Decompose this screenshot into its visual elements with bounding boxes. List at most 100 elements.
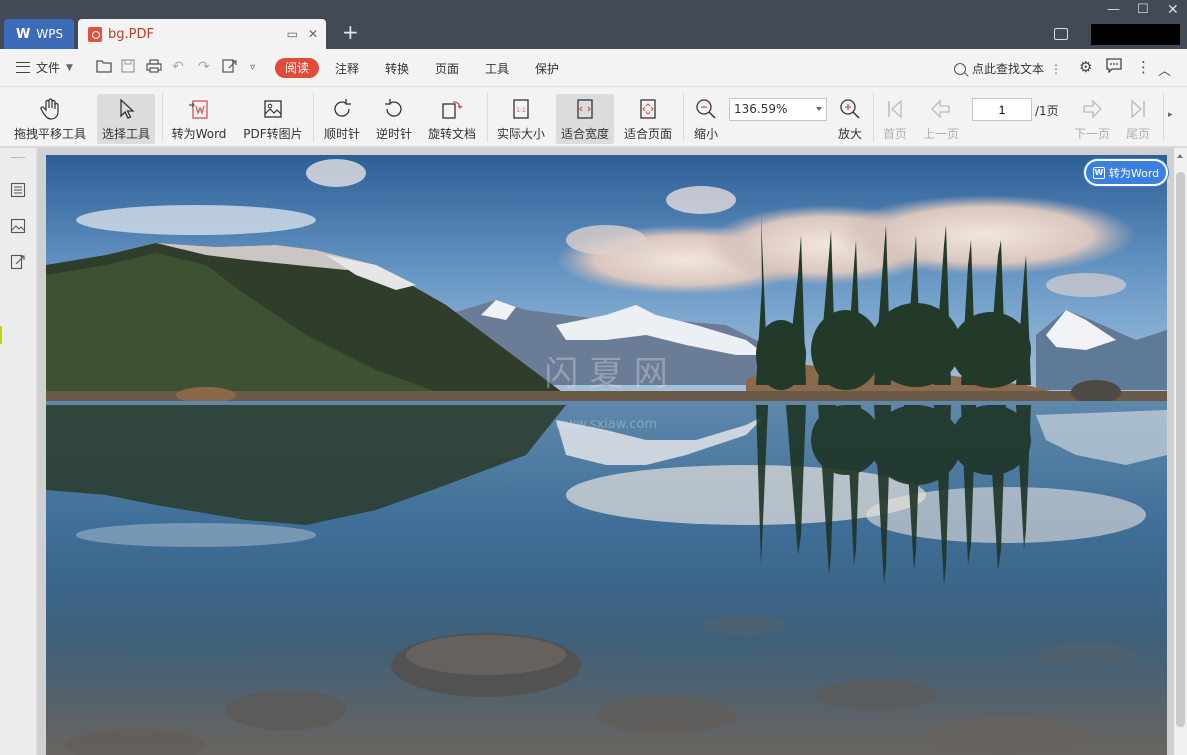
rotate-counterclockwise-icon xyxy=(385,99,402,117)
close-window-icon[interactable]: ✕ xyxy=(1167,2,1179,18)
tab-wps-label: WPS xyxy=(36,27,64,41)
maximize-icon[interactable]: ☐ xyxy=(1137,2,1149,17)
quick-access-more-icon[interactable]: ▿ xyxy=(250,62,255,73)
zoom-in-button[interactable]: 放大 xyxy=(834,94,866,144)
menu-read[interactable]: 阅读 xyxy=(275,58,319,78)
actual-size-button[interactable]: 1:1 实际大小 xyxy=(493,94,549,144)
first-page-button[interactable]: 首页 xyxy=(879,94,911,144)
pan-tool-button[interactable]: 拖拽平移工具 xyxy=(10,94,90,144)
vertical-scrollbar[interactable] xyxy=(1174,148,1187,755)
outline-list-icon[interactable] xyxy=(10,182,26,198)
last-page-label: 尾页 xyxy=(1125,127,1150,141)
comment-feedback-icon[interactable] xyxy=(1106,58,1122,77)
left-sidebar xyxy=(0,148,37,755)
minimize-icon[interactable]: — xyxy=(1107,2,1120,17)
floating-convert-word-button[interactable]: W 转为Word xyxy=(1084,159,1168,186)
rotate-document-label: 旋转文档 xyxy=(427,127,476,141)
hamburger-menu-icon xyxy=(16,62,30,73)
scroll-up-arrow-icon[interactable] xyxy=(1177,154,1183,158)
menu-file[interactable]: 文件 ▼ xyxy=(16,59,73,76)
zoom-level-select[interactable]: 136.59% xyxy=(729,98,827,121)
pdf-to-image-label: PDF转图片 xyxy=(243,127,303,141)
pan-tool-label: 拖拽平移工具 xyxy=(13,127,86,141)
arrow-left-icon xyxy=(931,99,950,119)
lake-mountain-photo: 闪 夏 网 www.sxiaw.com xyxy=(46,155,1167,755)
svg-text:1:1: 1:1 xyxy=(516,107,526,114)
last-page-button[interactable]: 尾页 xyxy=(1122,94,1154,144)
menu-page[interactable]: 页面 xyxy=(435,60,459,77)
first-page-label: 首页 xyxy=(882,127,907,141)
actual-size-icon: 1:1 xyxy=(513,99,529,119)
page-number-input[interactable] xyxy=(972,98,1032,121)
zoom-in-icon xyxy=(840,99,860,119)
more-options-icon[interactable]: ⋮ xyxy=(1136,58,1151,76)
to-word-button[interactable]: 转为Word xyxy=(167,94,231,144)
actual-size-label: 实际大小 xyxy=(496,127,545,141)
pdf-to-image-button[interactable]: PDF转图片 xyxy=(240,94,306,144)
new-tab-plus-icon[interactable]: + xyxy=(342,22,359,42)
toolbar-overflow-scroll[interactable]: ▸ xyxy=(1163,92,1179,142)
user-account-area[interactable] xyxy=(1091,24,1180,45)
previous-page-label: 上一页 xyxy=(922,127,959,141)
to-word-label: 转为Word xyxy=(171,127,227,141)
floating-convert-word-label: 转为Word xyxy=(1108,166,1160,180)
wps-logo-icon: W xyxy=(16,26,31,42)
tab-pin-icon[interactable]: ▭ xyxy=(287,27,298,41)
rotate-document-button[interactable]: 旋转文档 xyxy=(424,94,480,144)
export-icon[interactable] xyxy=(222,59,238,77)
fit-width-icon xyxy=(577,99,593,119)
zoom-out-button[interactable]: 缩小 xyxy=(689,94,723,144)
pdf-file-icon xyxy=(88,26,102,42)
watermark-url: www.sxiaw.com xyxy=(555,417,657,432)
previous-page-button[interactable]: 上一页 xyxy=(920,94,962,144)
next-page-button[interactable]: 下一页 xyxy=(1071,94,1113,144)
export-document-icon[interactable] xyxy=(10,254,26,270)
cursor-arrow-icon xyxy=(120,98,135,119)
redo-icon[interactable]: ↷ xyxy=(198,59,210,75)
tab-close-icon[interactable]: ✕ xyxy=(308,27,318,41)
document-view[interactable]: 闪 夏 网 www.sxiaw.com xyxy=(38,148,1174,755)
zoom-dropdown-caret-icon xyxy=(816,107,822,111)
menu-tools[interactable]: 工具 xyxy=(485,60,509,77)
fit-width-label: 适合宽度 xyxy=(560,127,609,141)
menu-convert[interactable]: 转换 xyxy=(385,60,409,77)
watermark-text: 闪 夏 网 xyxy=(544,354,668,394)
arrow-right-icon xyxy=(1083,99,1102,119)
find-more-icon[interactable]: ⋮ xyxy=(1050,62,1062,76)
rotate-clockwise-button[interactable]: 顺时针 xyxy=(319,94,365,144)
word-doc-icon: W xyxy=(1092,166,1105,179)
find-text-label: 点此查找文本 xyxy=(972,62,1045,76)
next-page-label: 下一页 xyxy=(1073,127,1110,141)
chevron-down-icon: ▼ xyxy=(66,62,73,73)
thumbnail-image-icon[interactable] xyxy=(10,218,26,234)
sidebar-toggle-icon[interactable] xyxy=(1054,28,1068,40)
menu-bar: 文件 ▼ ↶ ↷ ▿ 阅读 注释 转换 页面 工具 保护 点此查找文本 ⋮ ⚙ … xyxy=(0,49,1187,87)
open-folder-icon[interactable] xyxy=(96,59,112,77)
menu-file-label: 文件 xyxy=(36,61,61,75)
menu-annotate[interactable]: 注释 xyxy=(335,60,359,77)
rotate-clockwise-icon xyxy=(334,99,351,117)
sidebar-active-indicator xyxy=(0,326,2,344)
find-text-search[interactable]: 点此查找文本 ⋮ xyxy=(954,60,1062,77)
save-icon[interactable] xyxy=(121,59,135,77)
last-page-icon xyxy=(1131,99,1145,119)
select-tool-button[interactable]: 选择工具 xyxy=(97,94,155,144)
reader-toolbar: 拖拽平移工具 选择工具 转为Word PDF转图片 顺时针 逆时针 旋转文档 1… xyxy=(0,87,1187,147)
settings-gear-icon[interactable]: ⚙ xyxy=(1079,58,1092,76)
tab-document[interactable]: bg.PDF ▭ ✕ xyxy=(78,19,326,49)
pdf-to-word-icon xyxy=(189,100,208,119)
scrollbar-thumb[interactable] xyxy=(1176,172,1185,727)
zoom-level-value: 136.59% xyxy=(734,102,788,116)
search-icon xyxy=(954,62,966,75)
print-icon[interactable] xyxy=(146,59,162,77)
collapse-ribbon-icon[interactable]: ︿ xyxy=(1158,60,1171,79)
menu-protect[interactable]: 保护 xyxy=(535,60,559,77)
fit-width-button[interactable]: 适合宽度 xyxy=(556,94,614,144)
fit-page-button[interactable]: 适合页面 xyxy=(620,94,676,144)
tab-wps-home[interactable]: W WPS xyxy=(4,19,74,49)
undo-icon[interactable]: ↶ xyxy=(172,59,184,75)
zoom-in-label: 放大 xyxy=(837,127,862,141)
sidebar-grip[interactable] xyxy=(11,157,25,158)
page-total-label: /1页 xyxy=(1035,104,1059,118)
rotate-counterclockwise-button[interactable]: 逆时针 xyxy=(371,94,417,144)
